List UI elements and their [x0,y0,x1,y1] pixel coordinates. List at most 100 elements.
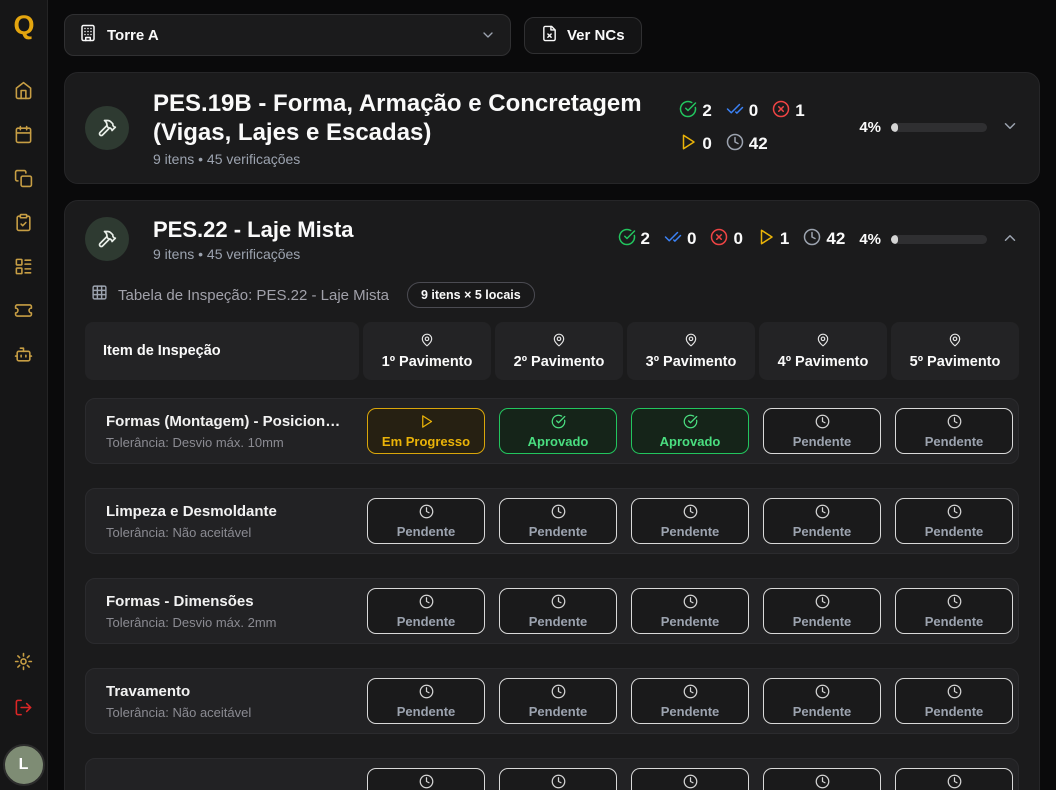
expand-button[interactable] [1001,117,1019,138]
status-button-pendente[interactable]: Pendente [895,408,1013,454]
status-label: Pendente [397,524,456,539]
status-button-pendente[interactable]: Pendente [895,588,1013,634]
status-button-pendente[interactable]: Pendente [631,588,749,634]
status-button-pendente[interactable]: Pendente [631,678,749,724]
progress-bar [891,235,987,244]
status-button-aprovado[interactable]: Aprovado [499,408,617,454]
table-caption-text: Tabela de Inspeção: PES.22 - Laje Mista [118,287,389,304]
status-button-pendente[interactable]: Pendente [763,678,881,724]
inspection-rows: Formas (Montagem) - Posicionamento, A...… [85,398,1019,790]
status-label: Pendente [925,704,984,719]
status-button-pendente[interactable]: Pendente [895,678,1013,724]
clock-icon [551,504,566,522]
status-button-pendente[interactable]: Pendente [895,768,1013,790]
card-meta: 9 itens • 45 verificações [153,246,618,262]
grid-icon [91,284,108,306]
status-button-pendente[interactable]: Pendente [763,498,881,544]
chevron-down-icon [480,27,496,43]
item-name: Formas (Montagem) - Posicionamento, A... [106,413,358,430]
status-button-pendente[interactable]: Pendente [763,768,881,790]
location-header: 2º Pavimento [495,322,623,380]
clock-icon [815,774,830,790]
stat-rechecked: 0 [664,228,696,251]
status-label: Aprovado [528,434,589,449]
card-stats: 2 0 0 1 42 [618,228,846,251]
calendar-icon [14,125,33,147]
stat-pending: 42 [803,228,845,251]
clock-icon [803,228,821,251]
check-circle-icon [551,414,566,432]
check-circle-icon [679,100,697,123]
avatar[interactable]: L [3,744,45,786]
tower-select[interactable]: Torre A [64,14,511,56]
sidebar: Q L [0,0,48,790]
collapse-button[interactable] [1001,229,1019,250]
card-title: PES.19B - Forma, Armação e Concretagem (… [153,89,679,148]
status-button-pendente[interactable]: Pendente [631,498,749,544]
clock-icon [947,594,962,612]
location-label: 3º Pavimento [646,354,737,370]
item-column-header: Item de Inspeção [85,322,359,380]
status-label: Pendente [793,614,852,629]
item-name: Travamento [106,683,358,700]
status-button-pendente[interactable]: Pendente [367,498,485,544]
logout-button[interactable] [14,698,33,720]
hammer-icon [85,217,129,261]
play-icon [419,414,434,432]
inspection-card-pes19b: PES.19B - Forma, Armação e Concretagem (… [64,72,1040,184]
status-label: Pendente [925,434,984,449]
status-button-pendente[interactable]: Pendente [499,498,617,544]
status-button-pendente[interactable]: Pendente [631,768,749,790]
sidebar-item-inspections[interactable] [14,213,33,235]
stat-approved: 2 [618,228,650,251]
sidebar-item-assistant[interactable] [14,345,33,367]
settings-button[interactable] [14,652,33,674]
status-button-pendente[interactable]: Pendente [763,588,881,634]
status-button-em_progresso[interactable]: Em Progresso [367,408,485,454]
status-button-pendente[interactable]: Pendente [367,768,485,790]
sidebar-item-home[interactable] [14,81,33,103]
clock-icon [551,594,566,612]
table-row: Formas - Dimensões Tolerância: Desvio má… [85,578,1019,644]
item-name: Formas - Dimensões [106,593,358,610]
status-button-pendente[interactable]: Pendente [367,588,485,634]
location-header: 1º Pavimento [363,322,491,380]
map-pin-icon [420,333,434,351]
stat-pending: 42 [726,133,768,156]
status-button-pendente[interactable]: Pendente [499,678,617,724]
sidebar-item-calendar[interactable] [14,125,33,147]
sidebar-item-checklists[interactable] [14,257,33,279]
clock-icon [815,414,830,432]
status-button-pendente[interactable]: Pendente [763,408,881,454]
status-button-pendente[interactable]: Pendente [367,678,485,724]
location-header: 3º Pavimento [627,322,755,380]
card-meta: 9 itens • 45 verificações [153,151,679,167]
play-icon [757,228,775,251]
clock-icon [419,774,434,790]
check-circle-icon [683,414,698,432]
clock-icon [947,684,962,702]
status-button-pendente[interactable]: Pendente [499,588,617,634]
status-button-pendente[interactable]: Pendente [499,768,617,790]
item-tolerance: Tolerância: Não aceitável [106,705,358,720]
item-info: Travamento Tolerância: Não aceitável [106,683,358,720]
progress-percent: 4% [859,119,881,136]
ver-ncs-button[interactable]: Ver NCs [524,17,642,54]
status-button-pendente[interactable]: Pendente [895,498,1013,544]
sidebar-item-tickets[interactable] [14,301,33,323]
check-check-icon [726,100,744,123]
status-button-aprovado[interactable]: Aprovado [631,408,749,454]
hammer-icon [85,106,129,150]
sidebar-bottom: L [3,652,45,786]
stat-approved: 2 [679,100,711,123]
stat-in-progress: 0 [679,133,711,156]
location-label: 5º Pavimento [910,354,1001,370]
item-tolerance: Tolerância: Não aceitável [106,525,358,540]
clipboard-check-icon [14,213,33,235]
stat-rejected: 0 [710,228,742,251]
gear-icon [14,652,33,674]
sidebar-item-projects[interactable] [14,169,33,191]
ver-ncs-label: Ver NCs [567,27,625,44]
layout-list-icon [14,257,33,279]
x-circle-icon [772,100,790,123]
